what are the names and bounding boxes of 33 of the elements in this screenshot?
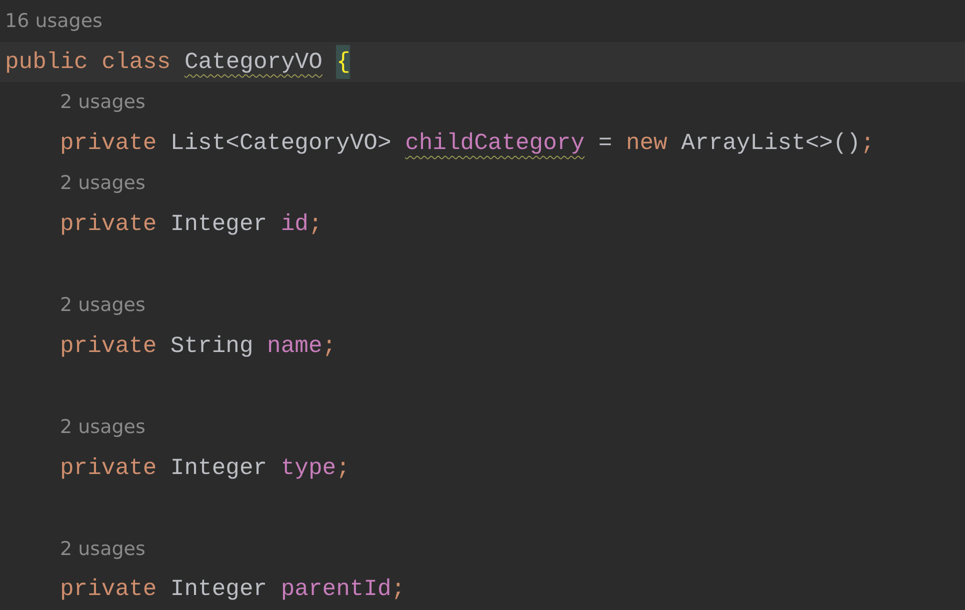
type-name: List<CategoryVO> [169, 128, 392, 158]
usages-hint[interactable]: 2 usages [60, 169, 146, 198]
keyword: private [60, 128, 157, 158]
usages-hint[interactable]: 2 usages [60, 88, 146, 117]
usages-hint[interactable]: 16 usages [5, 7, 102, 36]
field-name: childCategory [405, 128, 585, 158]
semicolon: ; [308, 210, 322, 240]
field-name: id [280, 210, 308, 240]
brace: { [336, 44, 350, 80]
semicolon: ; [860, 128, 874, 158]
keyword: private [60, 210, 157, 240]
type-name: CategoryVO [184, 48, 322, 77]
keyword: class [100, 48, 172, 77]
type-name: Integer [169, 454, 268, 483]
field-name: name [267, 332, 322, 361]
operator: = [597, 128, 614, 158]
type-name: Integer [169, 210, 268, 240]
type-name: ArrayList<>() [680, 128, 861, 158]
keyword: private [60, 332, 157, 361]
usages-hint[interactable]: 2 usages [60, 412, 146, 442]
field-name: type [280, 454, 336, 483]
keyword: private [60, 575, 157, 604]
keyword: public [5, 48, 88, 77]
usages-hint[interactable]: 2 usages [60, 291, 146, 320]
usages-hint[interactable]: 2 usages [60, 534, 146, 564]
type-name: Integer [169, 575, 268, 604]
keyword: new [626, 128, 668, 158]
keyword: private [60, 454, 157, 483]
semicolon: ; [391, 575, 406, 604]
semicolon: ; [336, 454, 350, 483]
type-name: String [169, 332, 254, 361]
semicolon: ; [322, 332, 336, 361]
field-name: parentId [280, 575, 392, 604]
